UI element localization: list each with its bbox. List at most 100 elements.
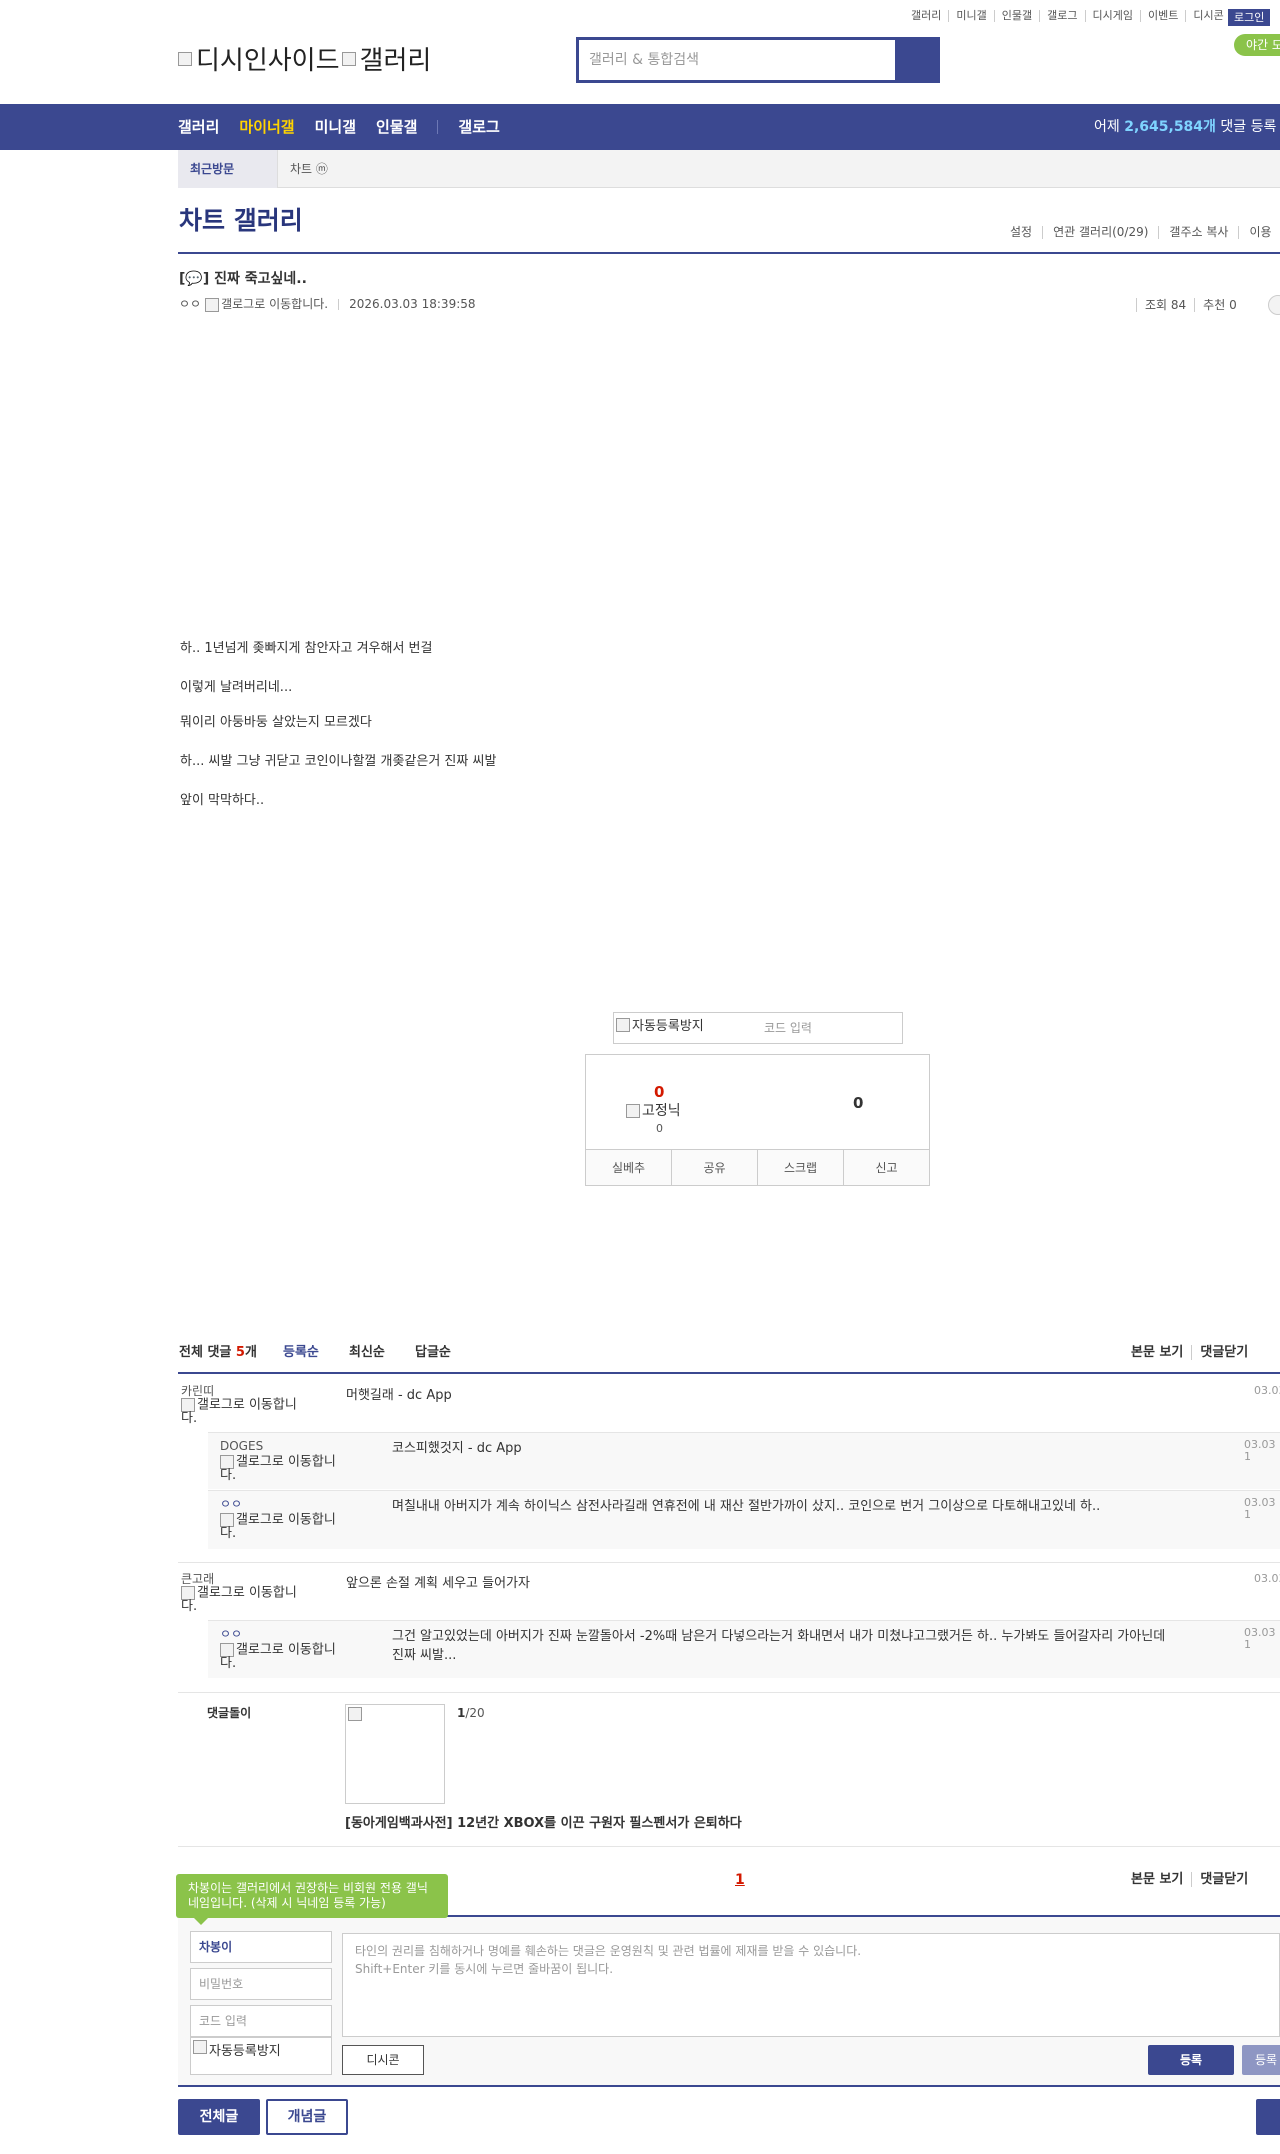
broken-image-icon xyxy=(178,51,192,66)
usage-link[interactable]: 이용 xyxy=(1238,226,1280,239)
view-body-link[interactable]: 본문 보기 xyxy=(1123,1345,1191,1360)
gallog-icon[interactable]: 갤로그로 이동합니다. xyxy=(181,1586,311,1613)
vote-captcha: 자동등록방지 코드 입력 xyxy=(613,1012,903,1044)
gallog-icon-alt: 갤로그로 이동합니다. xyxy=(220,1642,336,1671)
title-divider xyxy=(178,252,1280,254)
news-thumbnail[interactable] xyxy=(345,1704,445,1804)
nav-gallery[interactable]: 갤러리 xyxy=(178,118,219,136)
gallog-icon[interactable]: 갤로그로 이동합니다. xyxy=(181,1398,311,1425)
gallery-title[interactable]: 차트 갤러리 xyxy=(179,205,303,237)
reply-nick[interactable]: ㅇㅇ xyxy=(220,1497,242,1511)
nickname-field[interactable]: 차봉이 xyxy=(190,1931,332,1963)
top-util-menu: 갤러리 미니갤 인물갤 갤로그 디시게임 이벤트 디시콘 xyxy=(904,10,1231,22)
real-best-button[interactable]: 실베추 xyxy=(586,1150,671,1185)
comment-divider xyxy=(178,1846,1280,1847)
recent-visit-tab[interactable]: 최근방문 xyxy=(178,150,278,188)
util-link-dccon[interactable]: 디시콘 xyxy=(1185,10,1230,22)
gallery-menu: 설정 연관 갤러리(0/29) 갤주소 복사 이용 xyxy=(1000,226,1280,239)
search-input[interactable]: 갤러리 & 통합검색 xyxy=(579,40,895,80)
close-comments-link[interactable]: 댓글닫기 xyxy=(1191,1872,1257,1887)
body-line: 이렇게 날려버리네... xyxy=(180,680,293,695)
gallog-icon[interactable]: 갤로그로 이동합니다. xyxy=(220,1455,350,1482)
password-field[interactable]: 비밀번호 xyxy=(190,1968,332,2000)
comment-divider xyxy=(178,1692,1280,1693)
nav-gallog[interactable]: 갤로그 xyxy=(458,118,499,136)
body-line: 뭐이리 아둥바둥 살았는지 모르겠다 xyxy=(180,715,372,730)
post-recommends: 추천 0 xyxy=(1194,298,1245,312)
comment-textarea[interactable]: 타인의 권리를 침해하거나 명예를 훼손하는 댓글은 운영원칙 및 관련 법률에… xyxy=(342,1933,1280,2037)
stat-prefix: 어제 xyxy=(1094,119,1125,135)
more-options-icon[interactable] xyxy=(1268,295,1280,315)
captcha-code-input[interactable]: 코드 입력 xyxy=(764,1022,812,1035)
gallery-settings-link[interactable]: 설정 xyxy=(1000,226,1042,239)
copy-address-link[interactable]: 갤주소 복사 xyxy=(1158,226,1238,239)
comments-bar: 전체 댓글 5개 등록순 최신순 답글순 본문 보기 댓글닫기 xyxy=(179,1345,1280,1361)
submit-secondary-button[interactable]: 등록 xyxy=(1242,2045,1280,2075)
post-author[interactable]: ㅇㅇ xyxy=(179,297,201,312)
all-posts-button[interactable]: 전체글 xyxy=(178,2099,260,2135)
nav-minor-gallery[interactable]: 마이너갤 xyxy=(239,118,294,136)
reply-item: ㅇㅇ 갤로그로 이동합니다. 그건 알고있었는데 아버지가 진짜 눈깔돌아서 -… xyxy=(208,1620,1280,1678)
nav-mini-gallery[interactable]: 미니갤 xyxy=(315,118,356,136)
util-link-game[interactable]: 디시게임 xyxy=(1084,10,1140,22)
upvote-count: 0 xyxy=(654,1083,665,1101)
news-title-link[interactable]: [동아게임백과사전] 12년간 XBOX를 이끈 구원자 필스펜서가 은퇴하다 xyxy=(345,1816,742,1832)
sort-replies[interactable]: 답글순 xyxy=(415,1345,451,1361)
concept-posts-button[interactable]: 개념글 xyxy=(266,2099,348,2135)
search-box: 갤러리 & 통합검색 xyxy=(576,37,940,83)
post-stats: 조회 84 추천 0 xyxy=(1136,298,1245,312)
recent-chart-link[interactable]: 차트 ⓜ xyxy=(290,162,328,176)
comments-divider xyxy=(178,1372,1280,1374)
nav-person-gallery[interactable]: 인물갤 xyxy=(376,118,417,136)
broken-image-icon xyxy=(220,1643,234,1657)
comment-nick[interactable]: 카린띠 xyxy=(181,1384,214,1398)
broken-image-icon xyxy=(220,1455,234,1469)
gallog-icon[interactable] xyxy=(205,297,220,312)
login-button[interactable]: 로그인 xyxy=(1228,9,1271,26)
reply-nick[interactable]: DOGES xyxy=(220,1439,263,1453)
util-link-person[interactable]: 인물갤 xyxy=(993,10,1039,22)
view-body-link[interactable]: 본문 보기 xyxy=(1123,1872,1191,1887)
fixed-nick-upvote[interactable]: 고정닉 xyxy=(626,1103,681,1119)
submit-button[interactable]: 등록 xyxy=(1148,2045,1234,2075)
related-gallery-link[interactable]: 연관 갤러리(0/29) xyxy=(1042,226,1158,239)
scrap-button[interactable]: 스크랩 xyxy=(757,1150,843,1185)
report-button[interactable]: 신고 xyxy=(843,1150,929,1185)
search-button[interactable] xyxy=(895,40,937,80)
night-mode-toggle[interactable]: 야간 모 xyxy=(1234,34,1280,56)
captcha-alt: 자동등록방지 xyxy=(209,2044,281,2059)
stat-suffix: 댓글 등록 xyxy=(1215,119,1277,135)
fixed-nick-count: 0 xyxy=(656,1122,663,1135)
gallog-icon[interactable]: 갤로그로 이동합니다. xyxy=(220,1513,350,1540)
close-comments-link[interactable]: 댓글닫기 xyxy=(1191,1345,1257,1360)
broken-image-icon xyxy=(626,1104,640,1118)
util-link-gallog[interactable]: 갤로그 xyxy=(1039,10,1084,22)
code-field[interactable]: 코드 입력 xyxy=(190,2005,332,2037)
write-post-button[interactable] xyxy=(1256,2099,1280,2135)
util-link-event[interactable]: 이벤트 xyxy=(1139,10,1185,22)
util-link-minor[interactable]: 미니갤 xyxy=(948,10,993,22)
comment-page-1[interactable]: 1 xyxy=(735,1872,745,1888)
gallog-icon-alt: 갤로그로 이동합니다. xyxy=(181,1585,297,1614)
captcha-image: 자동등록방지 xyxy=(616,1015,704,1034)
comment-nick[interactable]: 큰고래 xyxy=(181,1572,214,1586)
bottom-divider xyxy=(178,2085,1280,2087)
util-link-gallery[interactable]: 갤러리 xyxy=(904,10,948,22)
reply-nick[interactable]: ㅇㅇ xyxy=(220,1627,242,1641)
reply-item: ㅇㅇ 갤로그로 이동합니다. 며칠내내 아버지가 계속 하이닉스 삼전사라길래 … xyxy=(208,1490,1280,1549)
sort-latest[interactable]: 최신순 xyxy=(349,1345,385,1361)
share-button[interactable]: 공유 xyxy=(671,1150,757,1185)
post-views: 조회 84 xyxy=(1136,298,1195,312)
comment-divider xyxy=(178,1562,1280,1563)
vote-box: 0 고정닉 0 0 실베추 공유 스크랩 신고 xyxy=(585,1054,930,1186)
post-meta: ㅇㅇ 갤로그로 이동합니다. 2026.03.03 18:39:58 xyxy=(179,297,476,312)
site-logo[interactable]: 디시인사이드 갤러리 xyxy=(178,40,431,77)
dccon-button[interactable]: 디시콘 xyxy=(342,2045,424,2075)
post-datetime: 2026.03.03 18:39:58 xyxy=(349,297,476,311)
total-unit: 개 xyxy=(244,1345,257,1360)
comment-right-links-bottom: 본문 보기 댓글닫기 xyxy=(1123,1872,1257,1888)
gallog-icon[interactable]: 갤로그로 이동합니다. xyxy=(220,1643,350,1670)
recent-visit-bar: 최근방문 차트 ⓜ xyxy=(178,150,1280,188)
broken-image-icon xyxy=(341,51,356,66)
sort-registered[interactable]: 등록순 xyxy=(283,1345,319,1361)
